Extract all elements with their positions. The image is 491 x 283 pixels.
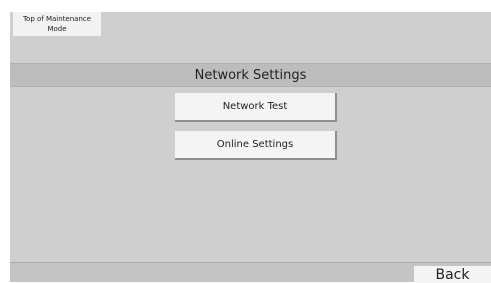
network-test-button[interactable]: Network Test	[175, 93, 337, 122]
maintenance-screen: Top of Maintenance Mode Network Settings…	[10, 12, 491, 283]
page-title: Network Settings	[194, 67, 307, 83]
title-bar: Network Settings	[10, 63, 491, 87]
online-settings-button[interactable]: Online Settings	[175, 131, 337, 160]
top-of-maintenance-mode-button[interactable]: Top of Maintenance Mode	[13, 12, 101, 36]
back-button[interactable]: Back	[414, 266, 491, 283]
footer-bar: Back	[10, 262, 491, 283]
